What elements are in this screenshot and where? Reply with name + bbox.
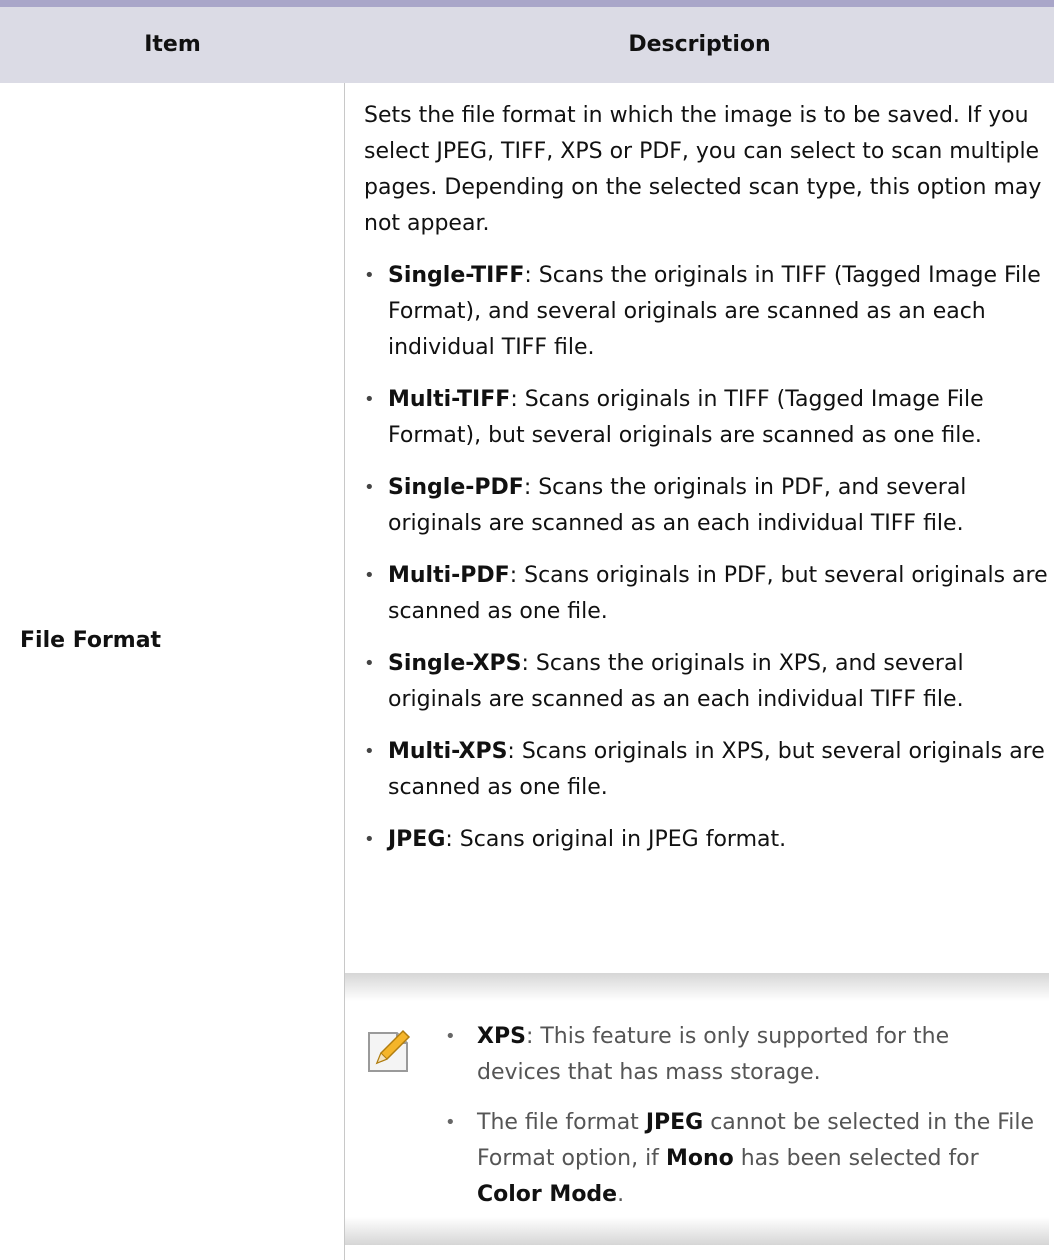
note-item: • The file format JPEG cannot be selected… [445,1105,1035,1213]
description-intro: Sets the file format in which the image … [364,103,1042,236]
list-item: • Single-PDF: Scans the originals in PDF,… [364,470,1050,542]
bullet-icon: • [364,653,375,674]
note-text: has been selected for [733,1146,979,1171]
note-text: The file format [477,1110,646,1135]
note-box: • XPS: This feature is only supported for… [345,973,1049,1245]
note-pencil-icon [368,1029,411,1072]
option-term: Single-TIFF [388,263,525,288]
note-text: . [617,1182,625,1207]
option-term: Single-XPS [388,651,522,676]
note-list: • XPS: This feature is only supported for… [445,1019,1035,1227]
note-term: JPEG [645,1110,704,1135]
option-term: JPEG [388,827,446,852]
list-item: • Multi-TIFF: Scans originals in TIFF (Ta… [364,382,1050,454]
option-term: Multi-PDF [388,563,510,588]
table-header-row: Item Description [0,7,1054,83]
item-cell: File Format [20,628,162,653]
option-term: Multi-XPS [388,739,508,764]
list-item: • Multi-XPS: Scans originals in XPS, but … [364,734,1050,806]
bullet-icon: • [445,1112,456,1133]
bullet-icon: • [364,741,375,762]
table-top-rule [0,0,1054,7]
description-cell: Sets the file format in which the image … [364,98,1050,874]
note-term: Color Mode [477,1182,618,1207]
column-header-item: Item [144,32,201,57]
bullet-icon: • [364,565,375,586]
bullet-icon: • [364,477,375,498]
option-text: : Scans original in JPEG format. [445,827,787,852]
bullet-icon: • [445,1026,456,1047]
bullet-icon: • [364,389,375,410]
list-item: • Single-XPS: Scans the originals in XPS,… [364,646,1050,718]
list-item: • Multi-PDF: Scans originals in PDF, but … [364,558,1050,630]
bullet-icon: • [364,265,375,286]
bullet-icon: • [364,829,375,850]
note-top-shade [345,973,1049,1001]
note-term: Mono [665,1146,734,1171]
column-header-description: Description [628,32,771,57]
option-term: Single-PDF [388,475,524,500]
note-item: • XPS: This feature is only supported for… [445,1019,1035,1091]
list-item: • Single-TIFF: Scans the originals in TIF… [364,258,1050,366]
note-text: : This feature is only supported for the… [477,1024,950,1085]
option-term: Multi-TIFF [388,387,511,412]
list-item: • JPEG: Scans original in JPEG format. [364,822,1050,858]
note-term: XPS [477,1024,526,1049]
format-options-list: • Single-TIFF: Scans the originals in TIF… [364,258,1050,858]
